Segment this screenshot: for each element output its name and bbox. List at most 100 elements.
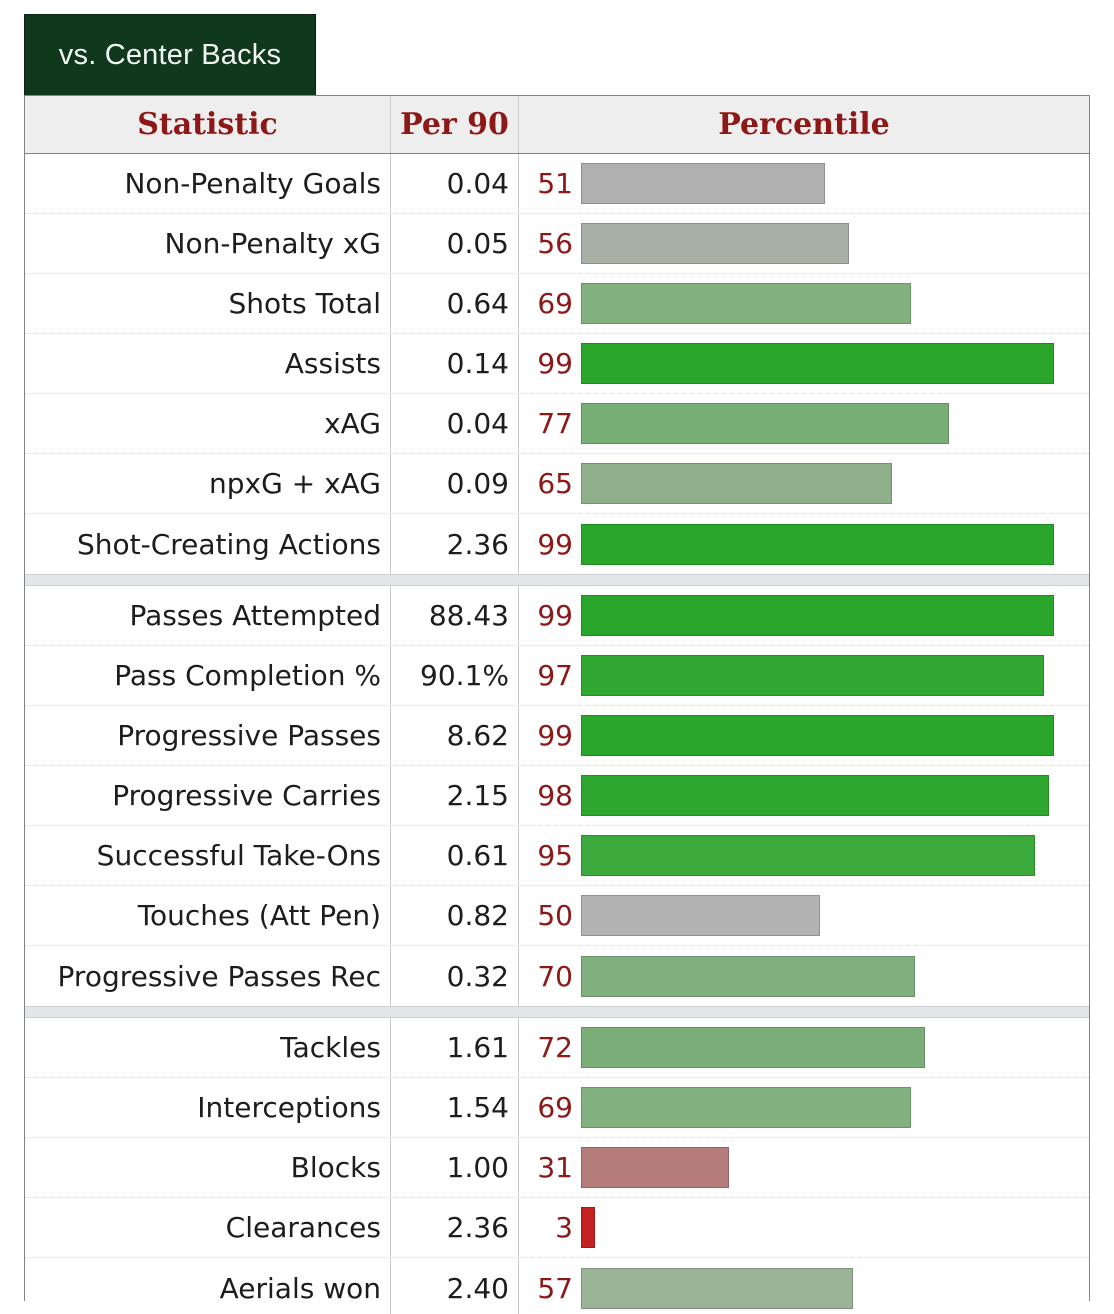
stats-table: Statistic Per 90 Percentile Non-Penalty … — [24, 95, 1090, 1314]
percentile-value: 51 — [537, 167, 573, 200]
cell-per90: 2.36 — [391, 1198, 519, 1257]
table-row: Aerials won 2.40 57 — [25, 1258, 1089, 1314]
percentile-bar-track — [581, 1198, 1089, 1257]
percentile-value: 99 — [537, 719, 573, 752]
column-header-statistic: Statistic — [25, 96, 391, 153]
cell-percentile: 99 — [519, 706, 1089, 765]
percentile-bar — [581, 715, 1054, 756]
cell-per90: 1.00 — [391, 1138, 519, 1197]
cell-percentile: 72 — [519, 1018, 1089, 1077]
cell-statistic: Shot-Creating Actions — [25, 514, 391, 574]
cell-statistic: Non-Penalty Goals — [25, 154, 391, 213]
percentile-value: 77 — [537, 407, 573, 440]
table-row: Shot-Creating Actions 2.36 99 — [25, 514, 1089, 574]
cell-percentile: 77 — [519, 394, 1089, 453]
percentile-bar — [581, 343, 1054, 384]
percentile-bar — [581, 1267, 853, 1309]
column-header-percentile: Percentile — [718, 107, 890, 142]
table-row: xAG 0.04 77 — [25, 394, 1089, 454]
table-row: Assists 0.14 99 — [25, 334, 1089, 394]
percentile-bar — [581, 223, 849, 264]
cell-percentile: 51 — [519, 154, 1089, 213]
percentile-bar-track — [581, 586, 1089, 645]
cell-percentile: 50 — [519, 886, 1089, 945]
cell-per90: 1.54 — [391, 1078, 519, 1137]
cell-percentile: 31 — [519, 1138, 1089, 1197]
cell-statistic: Tackles — [25, 1018, 391, 1077]
percentile-bar-track — [581, 1138, 1089, 1197]
percentile-bar-track — [581, 394, 1089, 453]
cell-statistic: xAG — [25, 394, 391, 453]
table-row: Pass Completion % 90.1% 97 — [25, 646, 1089, 706]
cell-statistic: Interceptions — [25, 1078, 391, 1137]
table-row: Progressive Passes Rec 0.32 70 — [25, 946, 1089, 1006]
cell-statistic: Passes Attempted — [25, 586, 391, 645]
cell-percentile: 99 — [519, 586, 1089, 645]
percentile-bar — [581, 595, 1054, 636]
percentile-value: 72 — [537, 1031, 573, 1064]
section-tab[interactable]: vs. Center Backs — [24, 14, 316, 96]
cell-per90: 88.43 — [391, 586, 519, 645]
section-divider — [25, 1006, 1089, 1018]
cell-per90: 0.64 — [391, 274, 519, 333]
cell-statistic: Progressive Passes — [25, 706, 391, 765]
table-row: Interceptions 1.54 69 — [25, 1078, 1089, 1138]
percentile-bar-track — [581, 1018, 1089, 1077]
table-row: Touches (Att Pen) 0.82 50 — [25, 886, 1089, 946]
cell-per90: 2.36 — [391, 514, 519, 574]
table-row: Progressive Passes 8.62 99 — [25, 706, 1089, 766]
percentile-value: 65 — [537, 467, 573, 500]
cell-statistic: Progressive Passes Rec — [25, 946, 391, 1006]
cell-statistic: npxG + xAG — [25, 454, 391, 513]
percentile-bar — [581, 403, 949, 444]
percentile-value: 31 — [537, 1151, 573, 1184]
percentile-value: 99 — [537, 347, 573, 380]
percentile-bar-track — [581, 706, 1089, 765]
cell-percentile: 69 — [519, 274, 1089, 333]
cell-statistic: Blocks — [25, 1138, 391, 1197]
percentile-bar-track — [581, 154, 1089, 213]
percentile-bar — [581, 283, 911, 324]
cell-per90: 0.32 — [391, 946, 519, 1006]
percentile-value: 57 — [537, 1271, 573, 1305]
cell-per90: 8.62 — [391, 706, 519, 765]
cell-per90: 0.05 — [391, 214, 519, 273]
percentile-value: 98 — [537, 779, 573, 812]
percentile-value: 69 — [537, 287, 573, 320]
percentile-bar-track — [581, 274, 1089, 333]
percentile-bar-track — [581, 646, 1089, 705]
table-row: Tackles 1.61 72 — [25, 1018, 1089, 1078]
cell-statistic: Pass Completion % — [25, 646, 391, 705]
table-row: Successful Take-Ons 0.61 95 — [25, 826, 1089, 886]
percentile-bar — [581, 163, 825, 204]
table-row: Non-Penalty Goals 0.04 51 — [25, 154, 1089, 214]
cell-percentile: 95 — [519, 826, 1089, 885]
cell-statistic: Touches (Att Pen) — [25, 886, 391, 945]
percentile-bar-track — [581, 826, 1089, 885]
percentile-bar — [581, 1027, 925, 1068]
cell-percentile: 3 — [519, 1198, 1089, 1257]
table-row: Progressive Carries 2.15 98 — [25, 766, 1089, 826]
percentile-value: 95 — [537, 839, 573, 872]
table-row: Non-Penalty xG 0.05 56 — [25, 214, 1089, 274]
cell-statistic: Non-Penalty xG — [25, 214, 391, 273]
tab-label: vs. Center Backs — [58, 38, 282, 71]
percentile-bar-track — [581, 886, 1089, 945]
cell-percentile: 69 — [519, 1078, 1089, 1137]
table-header-row: Statistic Per 90 Percentile — [25, 96, 1089, 154]
percentile-bar-track — [581, 454, 1089, 513]
tab-vs-center-backs[interactable]: vs. Center Backs — [24, 14, 316, 96]
percentile-bar — [581, 523, 1054, 565]
cell-statistic: Shots Total — [25, 274, 391, 333]
percentile-bar — [581, 895, 820, 936]
percentile-value: 56 — [537, 227, 573, 260]
percentile-bar-track — [581, 946, 1089, 1006]
cell-percentile: 65 — [519, 454, 1089, 513]
table-row: Passes Attempted 88.43 99 — [25, 586, 1089, 646]
cell-statistic: Progressive Carries — [25, 766, 391, 825]
percentile-value: 99 — [537, 527, 573, 561]
percentile-bar-track — [581, 514, 1089, 574]
column-header-per90: Per 90 — [391, 96, 519, 153]
percentile-bar — [581, 1147, 729, 1188]
percentile-bar — [581, 463, 892, 504]
